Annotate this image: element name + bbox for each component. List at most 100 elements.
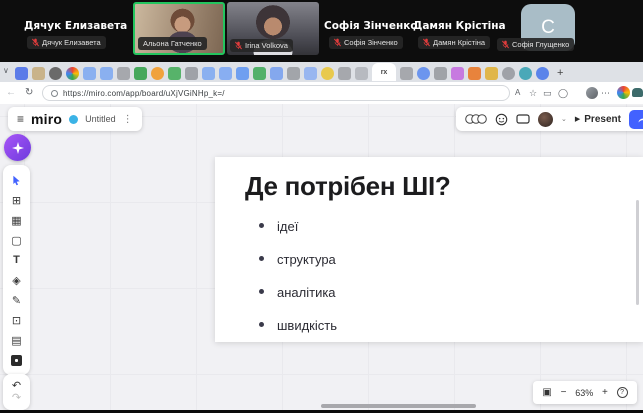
- board-color-dot-icon: [69, 115, 78, 124]
- muted-mic-icon: [334, 38, 341, 47]
- miro-logo[interactable]: miro: [31, 111, 62, 127]
- browser-tab[interactable]: [287, 67, 300, 80]
- browser-tab[interactable]: [304, 67, 317, 80]
- muted-mic-icon: [235, 41, 242, 50]
- browser-tab[interactable]: [117, 67, 130, 80]
- collaborators-icon[interactable]: [465, 113, 487, 125]
- undo-button[interactable]: ↶: [12, 381, 21, 392]
- browser-tab[interactable]: [168, 67, 181, 80]
- reload-icon[interactable]: ↻: [25, 87, 33, 98]
- site-info-icon[interactable]: [51, 90, 58, 97]
- browser-tab[interactable]: [502, 67, 515, 80]
- browser-menu-icon[interactable]: ⋯: [601, 88, 610, 99]
- reading-mode-icon[interactable]: A: [515, 88, 520, 97]
- slide-card[interactable]: Де потрібен ШІ? ідеї структура аналітика…: [215, 157, 643, 342]
- bookmark-star-icon[interactable]: ☆: [529, 88, 537, 99]
- browser-tab-active[interactable]: rx: [372, 63, 396, 81]
- participant-name: Софія Зінченко: [324, 20, 418, 32]
- browser-tab[interactable]: [219, 67, 232, 80]
- browser-tab[interactable]: [400, 67, 413, 80]
- help-icon[interactable]: ?: [617, 387, 628, 398]
- collections-icon[interactable]: ◯: [558, 88, 568, 99]
- browser-tab[interactable]: [236, 67, 249, 80]
- pen-tool[interactable]: ✎: [3, 290, 30, 310]
- browser-tab[interactable]: [32, 67, 45, 80]
- select-tool[interactable]: [3, 170, 30, 190]
- browser-tab[interactable]: [49, 67, 62, 80]
- browser-tab[interactable]: [100, 67, 113, 80]
- redo-button[interactable]: ↷: [12, 393, 21, 404]
- side-panel-icon[interactable]: ▭: [543, 88, 552, 99]
- browser-tab[interactable]: [253, 67, 266, 80]
- browser-tab[interactable]: [485, 67, 498, 80]
- muted-mic-icon: [32, 38, 39, 47]
- browser-tab[interactable]: [66, 67, 79, 80]
- browser-tab[interactable]: [434, 67, 447, 80]
- horizontal-scrollbar[interactable]: [321, 404, 476, 408]
- shapes-tool[interactable]: ◈: [3, 270, 30, 290]
- address-bar[interactable]: https://miro.com/app/board/uXjVGiNHp_k=/: [42, 85, 510, 101]
- chevron-down-icon[interactable]: ⌄: [561, 115, 567, 123]
- extension-icon[interactable]: [632, 88, 643, 97]
- vertical-scrollbar[interactable]: [636, 200, 639, 305]
- play-icon: ▶: [575, 115, 580, 123]
- zoom-in-button[interactable]: +: [602, 387, 608, 398]
- text-tool[interactable]: T: [3, 250, 30, 270]
- present-button[interactable]: ▶ Present: [575, 114, 621, 125]
- browser-tab[interactable]: [338, 67, 351, 80]
- participant-tag: Дячук Елизавета: [27, 36, 106, 49]
- participant-tag-label: Irina Volkova: [245, 41, 288, 50]
- browser-tabs: rx +: [15, 65, 563, 81]
- tab-search-icon[interactable]: ∨: [3, 66, 9, 75]
- zoom-level[interactable]: 63%: [575, 388, 593, 398]
- browser-tab-strip: ∨ rx: [0, 62, 643, 82]
- slide-bullet: ідеї: [259, 219, 643, 234]
- back-icon[interactable]: ←: [6, 87, 16, 98]
- browser-profile-icon[interactable]: [617, 86, 630, 99]
- browser-tab[interactable]: [417, 67, 430, 80]
- board-title[interactable]: Untitled: [85, 114, 116, 124]
- participant-tag-label: Дамян Крістіна: [433, 38, 485, 47]
- browser-tab[interactable]: [202, 67, 215, 80]
- browser-tab[interactable]: [468, 67, 481, 80]
- frame-tool[interactable]: ⊡: [3, 310, 30, 330]
- browser-tab[interactable]: [519, 67, 532, 80]
- slide-bullet: структура: [259, 252, 643, 267]
- browser-avatar-icon[interactable]: [586, 87, 598, 99]
- browser-tab[interactable]: [536, 67, 549, 80]
- user-avatar[interactable]: [538, 112, 553, 127]
- browser-tab[interactable]: [185, 67, 198, 80]
- browser-tab[interactable]: [355, 67, 368, 80]
- document-tool[interactable]: ▤: [3, 330, 30, 350]
- browser-tab[interactable]: [83, 67, 96, 80]
- screen-frame-icon[interactable]: [516, 113, 530, 125]
- undo-redo-group: ↶ ↷: [3, 374, 30, 410]
- more-tools[interactable]: [3, 350, 30, 370]
- new-tab-button[interactable]: +: [557, 67, 563, 79]
- share-button[interactable]: Share: [629, 110, 643, 129]
- avatar-initial: C: [541, 17, 555, 39]
- browser-tab[interactable]: [134, 67, 147, 80]
- ai-assistant-button[interactable]: [4, 134, 31, 161]
- participant-name: Дамян Крістіна: [413, 20, 506, 32]
- slide-bullet: аналітика: [259, 285, 643, 300]
- muted-mic-icon: [502, 40, 509, 49]
- main-menu-icon[interactable]: ≡: [17, 112, 24, 126]
- participant-tag: Софія Зінченко: [329, 36, 403, 49]
- video-tile[interactable]: Irina Volkova: [227, 2, 319, 55]
- sticky-note-tool[interactable]: ▢: [3, 230, 30, 250]
- fit-to-screen-icon[interactable]: ▣: [542, 387, 551, 398]
- miro-toolbar: ⊞ ▦ ▢ T ◈ ✎ ⊡ ▤: [3, 165, 30, 375]
- board-menu-icon[interactable]: ⋮: [123, 114, 133, 125]
- video-tile-active-speaker[interactable]: Альона Гатченко: [133, 2, 225, 55]
- zoom-out-button[interactable]: −: [561, 387, 567, 398]
- browser-tab[interactable]: [15, 67, 28, 80]
- table-tool[interactable]: ▦: [3, 210, 30, 230]
- reactions-icon[interactable]: [495, 113, 508, 126]
- slide-bullet-list: ідеї структура аналітика швидкість: [259, 219, 643, 333]
- browser-tab[interactable]: [151, 67, 164, 80]
- browser-tab[interactable]: [270, 67, 283, 80]
- browser-tab[interactable]: [451, 67, 464, 80]
- templates-tool[interactable]: ⊞: [3, 190, 30, 210]
- browser-tab[interactable]: [321, 67, 334, 80]
